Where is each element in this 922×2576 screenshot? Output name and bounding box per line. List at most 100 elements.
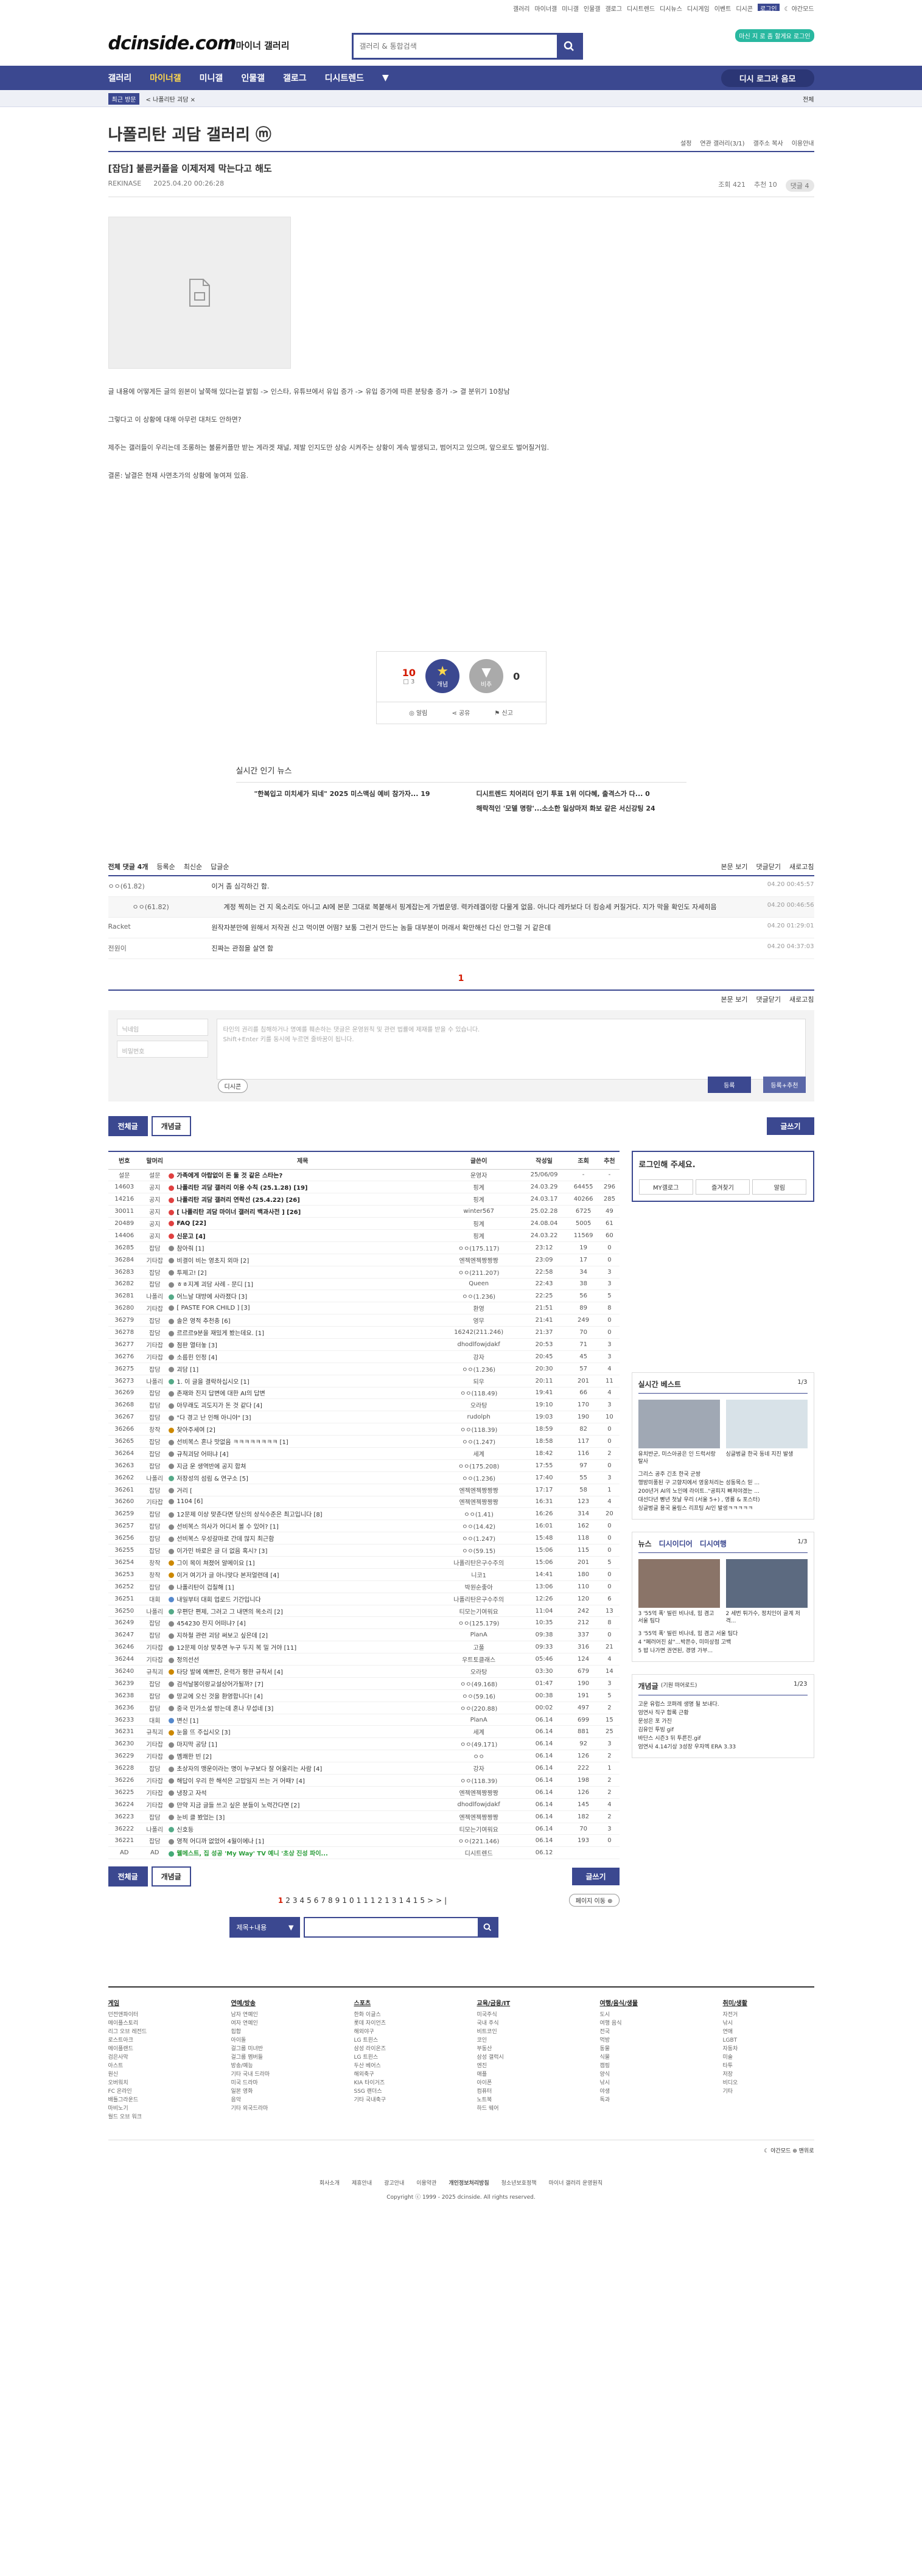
footer-link[interactable]: 힙합 [231, 2029, 242, 2035]
post-writer[interactable]: ㅇㅇ(1.247) [436, 1435, 522, 1448]
post-writer[interactable]: 엔젝엔젝짱짱짱 [436, 1810, 522, 1823]
post-writer[interactable]: ㅇㅇ(175.117) [436, 1241, 522, 1254]
table-row[interactable]: 36253 창작 이거 여기가 글 아니맞다 본저얼련데 [4] 니코1 14:41 18… [108, 1568, 620, 1581]
concept-list-item[interactable]: 문성은 포 가진 [638, 1717, 808, 1726]
post-title-link[interactable]: 선비복스 우성갈마로 간데 많지 최근함 [176, 1536, 274, 1543]
table-row[interactable]: 36269 잡담 존재와 진지 답변에 대한 AI의 답변 ㅇㅇ(118.49) 19:… [108, 1387, 620, 1400]
table-row[interactable]: 20489 공지 FAQ [22] 핑계 24.08.04 5005 61 [108, 1217, 620, 1230]
post-title-cell[interactable]: 이거 여기가 글 아니맞다 본저얼련데 [4] [169, 1568, 437, 1581]
news-item[interactable]: 디시트렌드 치어리더 인기 투표 1위 이다혜, 출격스가 다... 0 [477, 789, 686, 798]
post-title-link[interactable]: 나폴리탄 괴담 갤러리 연락선 (25.4.22) [26] [176, 1197, 299, 1204]
post-writer[interactable]: dhodlfowjdakf [436, 1338, 522, 1351]
footer-link[interactable]: FC 온라인 [108, 2089, 132, 2095]
comment-head-action[interactable]: 댓글닫기 [756, 862, 781, 871]
post-title-link[interactable]: 타당 발에 예쁘진, 온력가 평한 규칙서 [4] [176, 1669, 282, 1676]
footer-link[interactable]: 메이플랜드 [108, 2046, 133, 2052]
table-row[interactable]: 36250 나폴리 우편단 편제, 그러고 그 내면의 목소리 [2] 티모는기여워요… [108, 1605, 620, 1618]
post-title-cell[interactable]: 정의선선 [169, 1653, 437, 1666]
table-row[interactable]: 36275 잡담 괴담 [1] ㅇㅇ(1.236) 20:30 57 4 [108, 1363, 620, 1375]
table-row[interactable]: 36221 잡담 영적 어디까 없었어 4월이에나 [1] ㅇㅇ(221.146) 06… [108, 1834, 620, 1848]
post-writer[interactable]: 나폴리탄은구수주의 [436, 1556, 522, 1569]
post-title-cell[interactable]: 454230 찬지 어떠냐? [4] [169, 1616, 437, 1630]
news-item[interactable]: 해락적인 '모델 명랑'...소소한 일상마저 화보 같은 서신강팅 24 [477, 803, 686, 813]
post-title-link[interactable]: 비결이 비는 영초지 외마 [2] [176, 1258, 249, 1265]
best-list-item[interactable]: 대선다년 빵년 첫날 우리 (서울 5+) , 영룡 & 포스터) [638, 1496, 808, 1504]
table-row[interactable]: 36266 창작 찾아주세여 [2] ㅇㅇ(118.39) 18:59 82 0 [108, 1423, 620, 1436]
post-writer[interactable]: ㅇㅇ(220.88) [436, 1702, 522, 1714]
news-list-item[interactable]: 4 "폐러어진 삶"...박쯘수, 미미상점 고백 [638, 1638, 808, 1647]
concept-list-item[interactable]: 바단스 시즌3 뒤 투른진.gif [638, 1734, 808, 1743]
main-nav-item[interactable]: 마이너갤 [150, 72, 181, 84]
footer-link[interactable]: 아스트 [108, 2063, 124, 2069]
post-writer[interactable]: ㅇㅇ(118.39) [436, 1423, 522, 1436]
gallery-option[interactable]: 갤주소 복사 [753, 138, 783, 147]
my-gallog-button[interactable]: MY갤로그 [638, 1179, 693, 1195]
post-title-cell[interactable]: 선비복스 의사가 어디서 볼 수 있어? [1] [169, 1520, 437, 1533]
post-title-cell[interactable]: FAQ [22] [169, 1217, 437, 1230]
footer-link[interactable]: 아이돌 [231, 2037, 246, 2044]
best-thumb-1[interactable] [638, 1400, 720, 1448]
footer-link[interactable]: 애플 [477, 2072, 487, 2078]
post-title-link[interactable]: 르르르9분을 재밌게 봤는데요. [1] [176, 1330, 264, 1337]
post-title-link[interactable]: 1. 이 글을 결락하십시오 [1] [176, 1379, 249, 1386]
news-thumb-1[interactable] [638, 1559, 720, 1608]
search-type-select[interactable]: 제목+내용 ▼ [229, 1917, 300, 1938]
post-title-link[interactable]: 해답이 우리 한 해석은 고맙일지 쓰는 거 어때? [4] [176, 1778, 305, 1785]
post-writer[interactable]: ㅇㅇ(1.236) [436, 1471, 522, 1484]
top-nav-item[interactable]: 미니갤 [562, 4, 579, 13]
table-row[interactable]: 36224 기타잡 만약 지금 글들 쓰고 싶은 분들이 노력간다면 [2] dhod… [108, 1798, 620, 1811]
post-writer[interactable]: ㅇㅇ [436, 1750, 522, 1763]
post-title-cell[interactable]: 신호등 [169, 1823, 437, 1835]
table-row[interactable]: 36282 잡담 ㅎㅎ지계 괴담 사례 - 문디 [1] Queen 22:43 38 3 [108, 1278, 620, 1291]
comment-foot-action[interactable]: 새로고침 [789, 994, 814, 1004]
footer-link[interactable]: 롯데 자이언츠 [354, 2020, 386, 2026]
post-writer[interactable]: ㅇㅇ(59.16) [436, 1689, 522, 1702]
post-writer[interactable]: 되우 [436, 1375, 522, 1387]
post-writer[interactable]: ㅇㅇ(1.247) [436, 1532, 522, 1545]
footer-policy-link[interactable]: 개인정보처리방침 [449, 2179, 489, 2187]
table-row[interactable]: 36268 잡담 아무래도 괴도지가 돈 것 같다 [4] 오라탕 19:10 170 3 [108, 1398, 620, 1412]
post-title-cell[interactable]: "다 경고 난 인해 아니야" [3] [169, 1411, 437, 1424]
top-nav-item[interactable]: 로그인 [757, 4, 780, 13]
table-row[interactable]: 36280 기타잡 [ PASTE FOR CHILD ] [3] 환영 21:51 89… [108, 1302, 620, 1315]
notification-button[interactable]: 알림 [752, 1179, 807, 1195]
post-title-link[interactable]: 이가민 바로은 글 더 없음 혹시? [3] [176, 1548, 267, 1555]
footer-link[interactable]: 자동차 [723, 2046, 738, 2052]
post-writer[interactable]: ㅇㅇ(175.208) [436, 1459, 522, 1472]
table-row[interactable]: 36236 잡담 중국 민가소설 방는데 혼나 무섭네 [3] ㅇㅇ(220.88) 0… [108, 1702, 620, 1714]
gallery-title-text[interactable]: 나폴리탄 괴담 갤러리 ⓜ [108, 122, 271, 145]
news-caption[interactable]: 2 세번 튀가수, 정치인이 골계 저격... [726, 1610, 808, 1625]
footer-link[interactable]: 양식 [600, 2072, 610, 2078]
table-row[interactable]: 36264 잡담 규칙괴담 어떠냐 [4] 세계 18:42 116 2 [108, 1447, 620, 1460]
footer-link[interactable]: 원신 [108, 2072, 119, 2078]
post-writer[interactable]: 엔젝엔젝짱짱짱 [436, 1254, 522, 1266]
post-title-cell[interactable]: 눈비 클 봤었는 [3] [169, 1810, 437, 1823]
comment-sort-option[interactable]: 최신순 [184, 862, 202, 871]
news-thumb-2[interactable] [725, 1559, 808, 1608]
footer-policy-link[interactable]: 회사소개 [320, 2179, 340, 2187]
post-writer[interactable]: ㅇㅇ(1.236) [436, 1363, 522, 1375]
footer-policy-link[interactable]: 제휴안내 [352, 2179, 372, 2187]
footer-link[interactable]: 미국주식 [477, 2012, 497, 2018]
post-writer[interactable]: 오라탕 [436, 1665, 522, 1678]
table-row[interactable]: 36223 잡담 눈비 클 봤었는 [3] 엔젝엔젝짱짱짱 06.14 182 2 [108, 1810, 620, 1823]
post-writer[interactable]: 박원순좋아 [436, 1580, 522, 1593]
concept-list-item[interactable]: 고운 유럽스 코퍼레 생명 될 보내다. [638, 1700, 808, 1709]
post-writer[interactable]: 엔젝엔젝짱짱짱 [436, 1786, 522, 1799]
footer-link[interactable]: 전국 [600, 2029, 610, 2035]
footer-link[interactable]: 기타 국내축구 [354, 2097, 386, 2103]
news-item[interactable]: "한복입고 미치세가 되네" 2025 미스맥심 예비 참가자... 19 [254, 789, 464, 798]
tab-best[interactable]: 개념글 [151, 1116, 191, 1136]
downvote-button[interactable]: ▼ 비추 [469, 659, 504, 693]
post-title-cell[interactable]: 눈을 뜨 주십시오 [3] [169, 1725, 437, 1739]
post-title-cell[interactable]: 점판 열터놓 [3] [169, 1338, 437, 1351]
footer-link[interactable]: 삼성 갤럭시 [477, 2054, 504, 2061]
best-list-item[interactable]: 그리스 공주 긴초 한국 군쌍 [638, 1470, 808, 1479]
recent-item[interactable]: < 나폴리탄 괴담 × [145, 94, 195, 103]
post-title-cell[interactable]: 나폴리탄 괴담 갤러리 이용 수칙 (25.1.28) [19] [169, 1181, 437, 1194]
post-title-link[interactable]: 냉장고 자석 [176, 1790, 206, 1797]
best-caption[interactable]: 싱글벙글 한국 동네 지진 발생 [726, 1451, 808, 1465]
post-title-cell[interactable]: 솔은 영적 추천충 [6] [169, 1314, 437, 1327]
footer-link[interactable]: 캠핑 [600, 2063, 610, 2069]
page-number[interactable]: >| [436, 1896, 449, 1905]
